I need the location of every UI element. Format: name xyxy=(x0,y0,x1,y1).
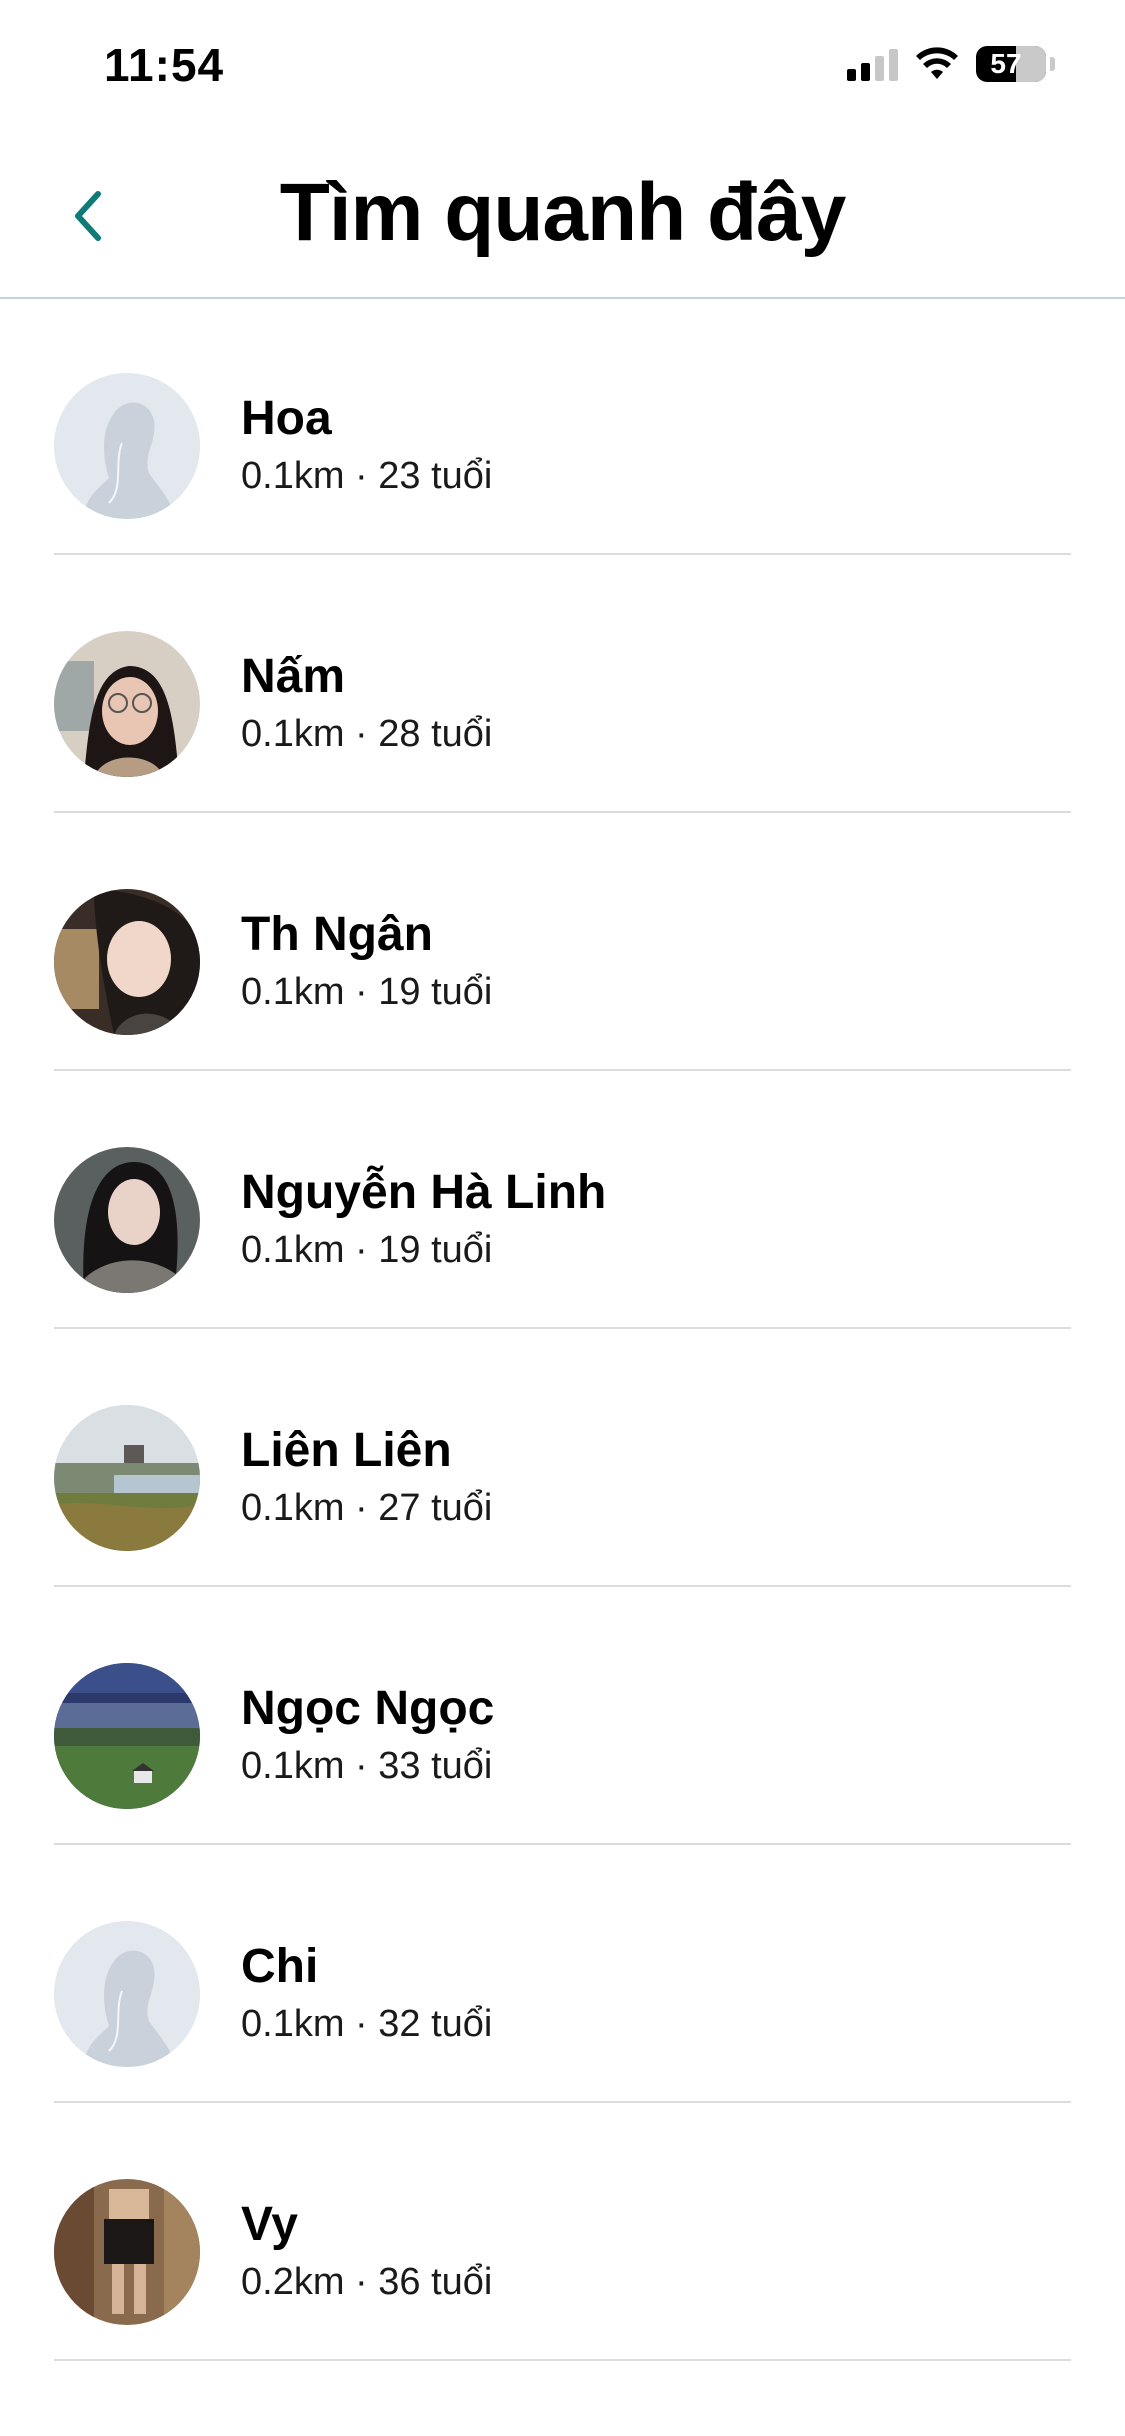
avatar xyxy=(54,889,200,1035)
status-bar: 11:54 57 xyxy=(0,0,1125,130)
cellular-signal-icon xyxy=(847,47,898,81)
list-item[interactable]: Th Ngân 0.1km · 19 tuổi xyxy=(54,813,1071,1071)
user-distance-age: 0.2km · 36 tuổi xyxy=(241,2261,493,2303)
nearby-user-list: Hoa 0.1km · 23 tuổi Nấm 0.1km · 28 tuổi xyxy=(0,297,1125,2361)
list-item[interactable]: Liên Liên 0.1km · 27 tuổi xyxy=(54,1329,1071,1587)
list-item[interactable]: Nguyễn Hà Linh 0.1km · 19 tuổi xyxy=(54,1071,1071,1329)
user-distance-age: 0.1km · 19 tuổi xyxy=(241,1229,493,1271)
avatar xyxy=(54,2179,200,2325)
avatar xyxy=(54,631,200,777)
status-icons: 57 xyxy=(847,42,1055,86)
avatar xyxy=(54,1405,200,1551)
page-title: Tìm quanh đây xyxy=(279,167,847,258)
user-distance-age: 0.1km · 19 tuổi xyxy=(241,971,493,1013)
list-item[interactable]: Chi 0.1km · 32 tuổi xyxy=(54,1845,1071,2103)
list-item[interactable]: Nấm 0.1km · 28 tuổi xyxy=(54,555,1071,813)
battery-icon: 57 xyxy=(976,46,1046,82)
user-distance-age: 0.1km · 32 tuổi xyxy=(241,2003,493,2045)
battery-level: 57 xyxy=(990,48,1022,79)
user-name: Th Ngân xyxy=(241,908,433,961)
avatar xyxy=(54,1147,200,1293)
battery-cap xyxy=(1050,57,1055,71)
avatar xyxy=(54,1921,200,2067)
user-distance-age: 0.1km · 23 tuổi xyxy=(241,455,493,497)
user-name: Ngọc Ngọc xyxy=(241,1682,495,1735)
list-item[interactable]: Hoa 0.1km · 23 tuổi xyxy=(54,297,1071,555)
list-item[interactable]: Vy 0.2km · 36 tuổi xyxy=(54,2103,1071,2361)
list-item[interactable]: Ngọc Ngọc 0.1km · 33 tuổi xyxy=(54,1587,1071,1845)
navigation-bar: Tìm quanh đây xyxy=(0,130,1125,299)
user-name: Chi xyxy=(241,1940,319,1993)
user-name: Hoa xyxy=(241,392,332,445)
user-name: Liên Liên xyxy=(241,1424,452,1477)
user-distance-age: 0.1km · 28 tuổi xyxy=(241,713,493,755)
user-distance-age: 0.1km · 33 tuổi xyxy=(241,1745,493,1787)
avatar xyxy=(54,1663,200,1809)
wifi-icon xyxy=(916,47,958,79)
user-distance-age: 0.1km · 27 tuổi xyxy=(241,1487,493,1529)
user-name: Nấm xyxy=(241,650,346,703)
user-name: Nguyễn Hà Linh xyxy=(241,1166,607,1219)
status-time: 11:54 xyxy=(104,39,225,91)
user-name: Vy xyxy=(241,2198,298,2251)
avatar xyxy=(54,373,200,519)
